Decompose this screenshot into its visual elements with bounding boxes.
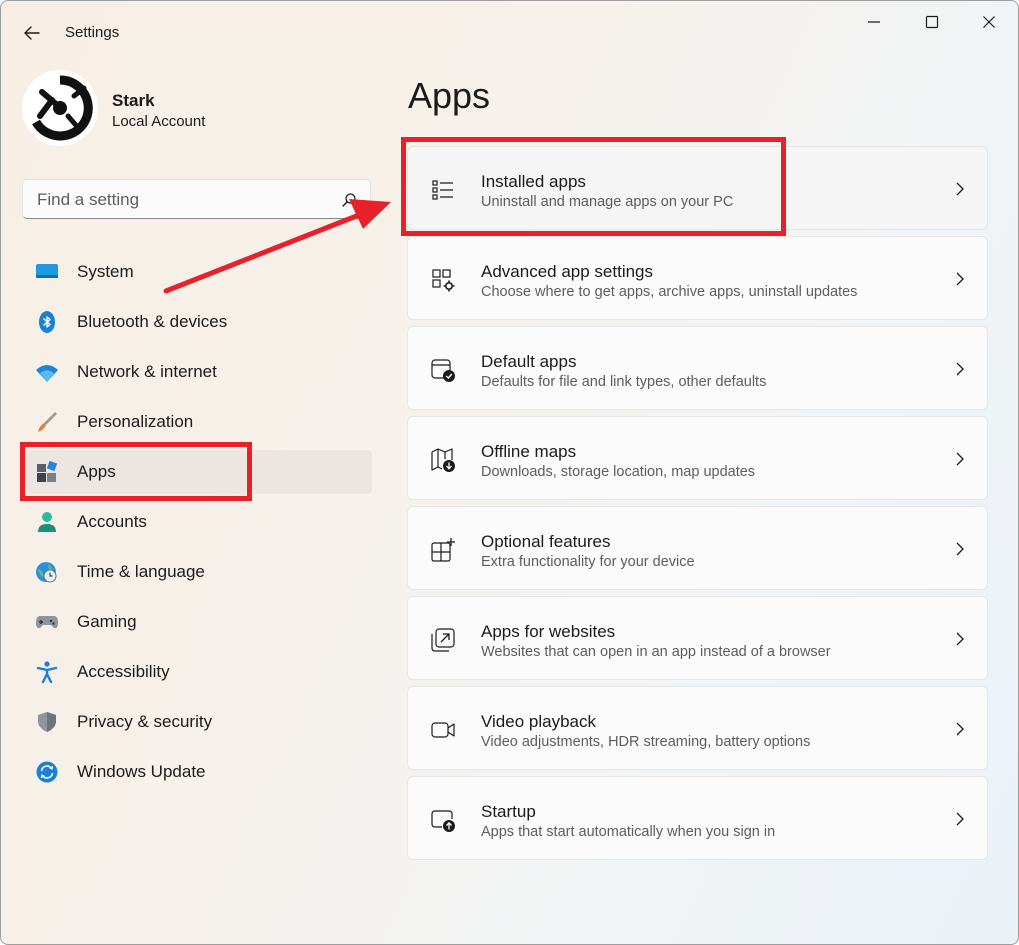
chevron-right-icon — [956, 182, 964, 196]
settings-window: Settings Stark Local Account Find a sett… — [0, 0, 1019, 945]
avatar[interactable] — [22, 70, 98, 146]
card-subtitle: Choose where to get apps, archive apps, … — [481, 284, 858, 300]
chevron-right-icon — [956, 452, 964, 466]
card-title: Apps for websites — [481, 622, 616, 641]
search-input[interactable] — [35, 188, 329, 212]
user-name: Stark — [112, 91, 155, 110]
card-subtitle: Websites that can open in an app instead… — [481, 644, 831, 660]
chevron-right-icon — [956, 542, 964, 556]
card-subtitle: Extra functionality for your device — [481, 554, 695, 570]
open-in-app-icon — [431, 628, 455, 652]
sidebar-item-label: Accessibility — [77, 662, 170, 681]
sidebar-item-label: Accounts — [77, 512, 147, 531]
accessibility-icon — [36, 661, 58, 683]
chevron-right-icon — [956, 362, 964, 376]
default-apps-icon — [431, 359, 455, 382]
shield-icon — [38, 712, 56, 732]
sidebar-item-accounts[interactable]: Accounts — [22, 500, 372, 544]
card-offline-maps[interactable]: Offline maps Downloads, storage location… — [407, 416, 988, 500]
card-title: Default apps — [481, 352, 577, 371]
sidebar-item-privacy-security[interactable]: Privacy & security — [22, 700, 372, 744]
globe-clock-icon — [36, 562, 57, 583]
chevron-right-icon — [956, 632, 964, 646]
annotation-highlight-installed-apps — [401, 137, 786, 236]
sidebar-item-label: Windows Update — [77, 762, 206, 781]
sidebar-item-label: Gaming — [77, 612, 137, 631]
card-title: Offline maps — [481, 442, 577, 461]
close-icon — [983, 16, 995, 28]
card-advanced-app-settings[interactable]: Advanced app settings Choose where to ge… — [407, 236, 988, 320]
card-title: Advanced app settings — [481, 262, 654, 281]
sidebar-item-windows-update[interactable]: Windows Update — [22, 750, 372, 794]
wifi-icon — [36, 365, 58, 382]
search-icon[interactable] — [341, 192, 357, 208]
card-video-playback[interactable]: Video playback Video adjustments, HDR st… — [407, 686, 988, 770]
add-feature-icon — [431, 538, 455, 562]
search-box[interactable] — [22, 179, 371, 219]
sidebar-item-label: Privacy & security — [77, 712, 213, 731]
card-apps-for-websites[interactable]: Apps for websites Websites that can open… — [407, 596, 988, 680]
startup-icon — [431, 810, 455, 832]
maximize-icon — [925, 15, 939, 29]
person-icon — [38, 512, 56, 532]
card-subtitle: Downloads, storage location, map updates — [481, 464, 756, 480]
chevron-right-icon — [956, 272, 964, 286]
card-subtitle: Apps that start automatically when you s… — [481, 824, 776, 840]
chevron-right-icon — [956, 812, 964, 826]
card-default-apps[interactable]: Default apps Defaults for file and link … — [407, 326, 988, 410]
annotation-highlight-apps — [20, 442, 252, 501]
bluetooth-icon — [39, 311, 55, 333]
minimize-icon — [868, 21, 880, 23]
back-arrow-icon — [24, 26, 40, 40]
sidebar-item-personalization[interactable]: Personalization — [22, 400, 372, 444]
card-title: Startup — [481, 802, 536, 821]
card-title: Optional features — [481, 532, 611, 551]
title-bar: Settings — [1, 1, 1018, 63]
close-button[interactable] — [966, 9, 1012, 35]
sidebar-item-gaming[interactable]: Gaming — [22, 600, 372, 644]
sidebar-item-system[interactable]: System — [22, 250, 372, 294]
video-icon — [431, 722, 455, 738]
card-subtitle: Video adjustments, HDR streaming, batter… — [481, 734, 811, 750]
card-title: Video playback — [481, 712, 596, 731]
sidebar-item-label: Bluetooth & devices — [77, 312, 228, 331]
card-subtitle: Defaults for file and link types, other … — [481, 374, 767, 390]
page-title: Apps — [408, 75, 491, 116]
minimize-button[interactable] — [851, 9, 897, 35]
back-button[interactable] — [19, 21, 45, 45]
sidebar-item-label: Time & language — [77, 562, 205, 581]
avatar-logo-icon — [22, 70, 98, 146]
brush-icon — [38, 412, 57, 432]
update-icon — [36, 761, 58, 783]
system-icon — [36, 264, 58, 278]
sidebar-item-label: Personalization — [77, 412, 194, 431]
sidebar-item-bluetooth[interactable]: Bluetooth & devices — [22, 300, 372, 344]
app-settings-icon — [432, 269, 455, 292]
sidebar-item-accessibility[interactable]: Accessibility — [22, 650, 372, 694]
card-optional-features[interactable]: Optional features Extra functionality fo… — [407, 506, 988, 590]
sidebar-item-label: Network & internet — [77, 362, 217, 381]
sidebar-item-time-language[interactable]: Time & language — [22, 550, 372, 594]
sidebar-item-network[interactable]: Network & internet — [22, 350, 372, 394]
sidebar-item-label: System — [77, 262, 134, 281]
card-startup[interactable]: Startup Apps that start automatically wh… — [407, 776, 988, 860]
maximize-button[interactable] — [909, 9, 955, 35]
gamepad-icon — [36, 616, 58, 629]
app-title: Settings — [65, 24, 120, 41]
map-download-icon — [431, 448, 455, 472]
account-type: Local Account — [112, 113, 206, 130]
chevron-right-icon — [956, 722, 964, 736]
